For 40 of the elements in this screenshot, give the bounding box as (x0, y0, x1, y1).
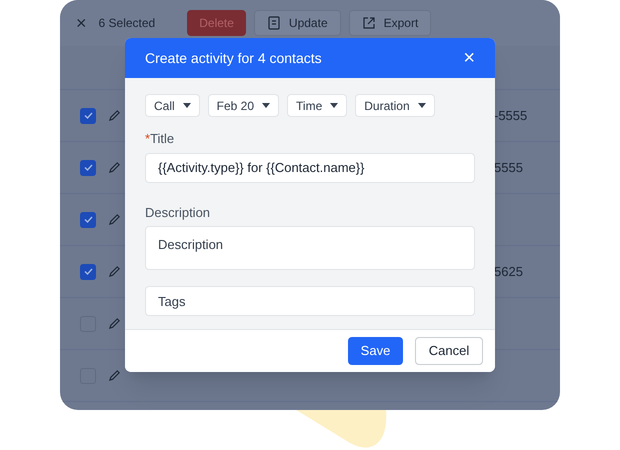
dropdown[interactable]: Feb 20 (208, 94, 280, 117)
export-icon (362, 16, 376, 30)
pencil-icon (108, 109, 121, 122)
pencil-icon (108, 265, 121, 278)
export-button[interactable]: Export (348, 10, 432, 36)
dialog-title: Create activity for 4 contacts (145, 48, 322, 68)
checkbox[interactable] (80, 160, 96, 176)
pencil-icon (108, 213, 121, 226)
checkbox[interactable] (80, 264, 96, 280)
phone-cell-text: -5555 (494, 106, 528, 125)
close-selection-button[interactable]: × (76, 9, 87, 37)
pencil-icon (108, 369, 121, 382)
title-field[interactable]: {{Activity.type}} for {{Contact.name}} (145, 152, 475, 182)
description-label: Description (145, 204, 212, 222)
form-icon (266, 16, 281, 30)
caret-icon (182, 103, 191, 108)
dropdown[interactable]: Duration (355, 94, 435, 117)
caret-icon (418, 103, 426, 108)
caret-icon (262, 103, 270, 108)
save-button[interactable]: Save (348, 337, 403, 365)
title-label: *Title (145, 130, 176, 148)
caret-icon (330, 103, 338, 108)
selected-count: 6 Selected (98, 15, 156, 32)
check-icon (84, 112, 92, 119)
check-icon (84, 164, 92, 171)
checkbox[interactable] (80, 212, 96, 228)
check-icon (84, 268, 92, 275)
cancel-button[interactable]: Cancel (415, 337, 483, 365)
check-icon (84, 216, 92, 223)
close-button[interactable]: × (463, 48, 475, 68)
dropdown[interactable]: Time (287, 94, 348, 117)
pencil-icon (108, 317, 121, 330)
description-field[interactable]: Description (145, 226, 475, 270)
update-button[interactable]: Update (254, 10, 341, 36)
phone-cell-text: 5555 (494, 158, 523, 177)
dropdown[interactable]: Call (145, 94, 200, 117)
phone-cell-text: 5625 (494, 262, 523, 281)
pencil-icon (108, 161, 121, 174)
tags-field[interactable]: Tags (145, 286, 475, 316)
checkbox[interactable] (80, 108, 96, 124)
